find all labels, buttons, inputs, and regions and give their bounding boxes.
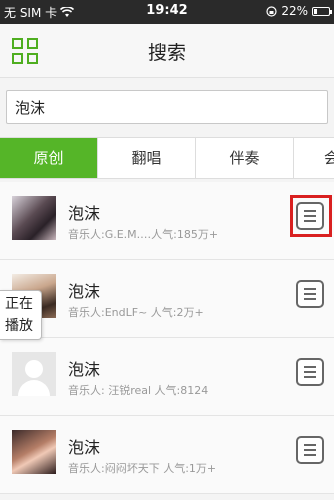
list-item[interactable]: 泡沫 音乐人:G.E.M.…人气:185万+ [0, 182, 334, 260]
song-meta: 音乐人:EndLF~ 人气:2万+ [68, 306, 204, 319]
now-playing-line1: 正在 [5, 296, 33, 312]
category-tabs: 原创 翻唱 伴奏 会 [0, 137, 334, 179]
song-meta: 音乐人: 汪锐real 人气:8124 [68, 384, 209, 397]
song-title: 泡沫 [68, 360, 101, 379]
tab-accompaniment[interactable]: 伴奏 [196, 138, 294, 178]
lyrics-icon[interactable] [296, 202, 324, 230]
song-title: 泡沫 [68, 282, 101, 301]
lyrics-icon[interactable] [296, 436, 324, 464]
avatar [12, 196, 56, 240]
tab-partial[interactable]: 会 [294, 138, 334, 178]
song-meta: 音乐人:闷闷坏天下 人气:1万+ [68, 462, 217, 475]
lyrics-icon[interactable] [296, 280, 324, 308]
status-right: 22% [266, 4, 332, 18]
avatar [12, 430, 56, 474]
tab-cover[interactable]: 翻唱 [98, 138, 196, 178]
results-list: 泡沫 音乐人:G.E.M.…人气:185万+ 泡沫 音乐人:EndLF~ 人气:… [0, 182, 334, 494]
song-meta: 音乐人:G.E.M.…人气:185万+ [68, 228, 219, 241]
page-title: 搜索 [147, 42, 186, 64]
now-playing-button[interactable]: 正在 播放 [0, 290, 42, 340]
lyrics-icon[interactable] [296, 358, 324, 386]
battery-percent: 22% [281, 4, 308, 18]
list-item[interactable]: 泡沫 音乐人:EndLF~ 人气:2万+ [0, 260, 334, 338]
status-bar: 无 SIM 卡 19:42 22% [0, 0, 334, 24]
list-item[interactable]: 泡沫 音乐人:闷闷坏天下 人气:1万+ [0, 416, 334, 494]
app-header: 搜索 [0, 24, 334, 78]
search-area [0, 78, 334, 136]
battery-fill [314, 8, 317, 14]
song-title: 泡沫 [68, 438, 101, 457]
song-title: 泡沫 [68, 204, 101, 223]
rotation-lock-icon [266, 5, 277, 17]
tab-original[interactable]: 原创 [0, 138, 98, 178]
avatar-placeholder-icon [12, 352, 56, 396]
search-input[interactable] [6, 90, 328, 124]
battery-icon [312, 6, 332, 16]
now-playing-line2: 播放 [5, 318, 33, 334]
list-item[interactable]: 泡沫 音乐人: 汪锐real 人气:8124 [0, 338, 334, 416]
